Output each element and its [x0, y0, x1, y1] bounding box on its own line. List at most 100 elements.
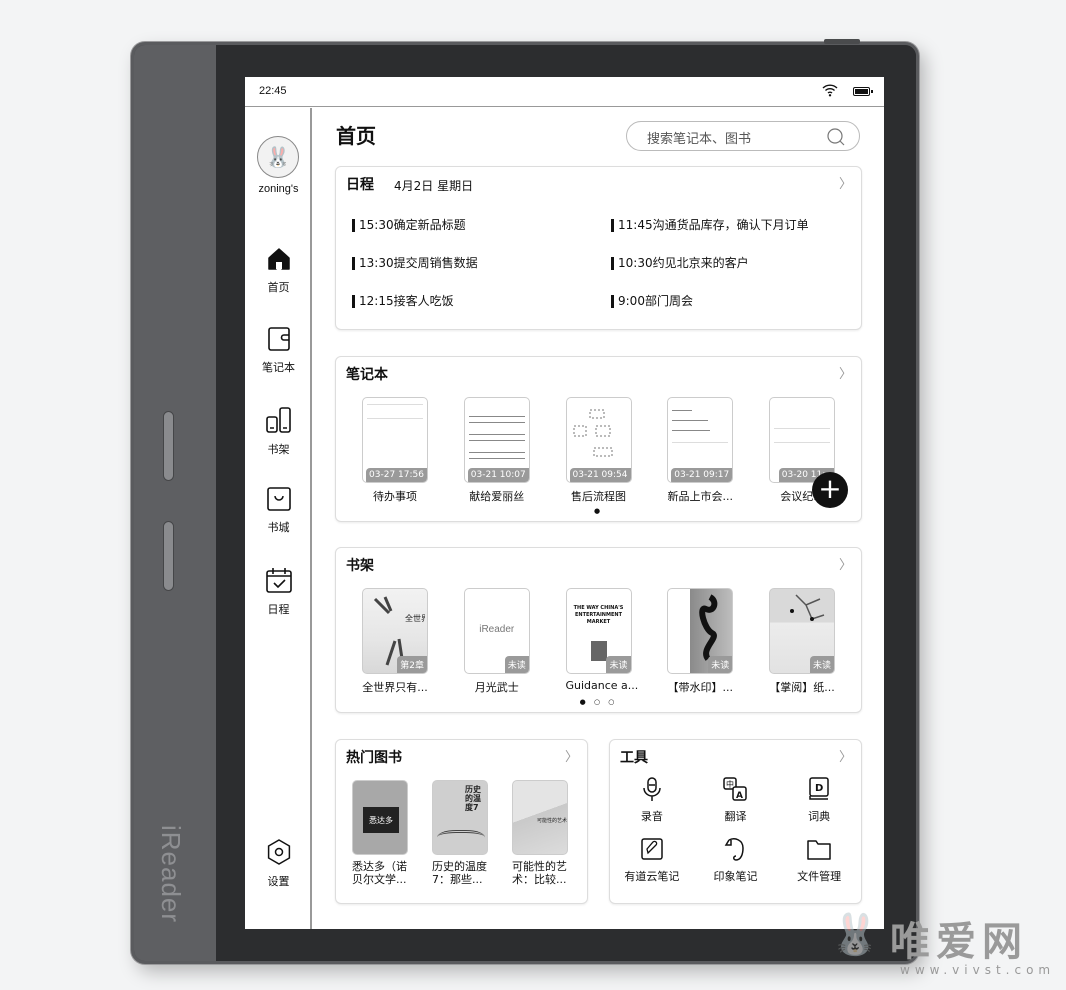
brand-logo: iReader [156, 825, 186, 924]
book-title: 悉达多（诺贝尔文学... [352, 860, 407, 886]
chevron-right-icon[interactable]: 〉 [839, 363, 852, 382]
schedule-item[interactable]: 13:30提交周销售数据 [352, 257, 478, 270]
tool-translate[interactable]: 中A 翻译 [694, 776, 778, 824]
notebook-icon [267, 327, 290, 351]
schedule-item[interactable]: 10:30约见北京来的客户 [611, 257, 749, 270]
hot-book-item[interactable]: 悉达多 悉达多（诺贝尔文学... [352, 780, 408, 886]
tool-file-manager[interactable]: 文件管理 [777, 836, 861, 884]
tool-grid: 录音 中A 翻译 D 词典 有道云笔记 印象笔记 文件管理 [610, 776, 861, 884]
page-down-button[interactable] [163, 521, 174, 591]
page-up-button[interactable] [163, 411, 174, 481]
battery-icon [853, 87, 873, 96]
book-item[interactable]: iReader 未读 月光武士 [463, 588, 530, 695]
sidebar-item-bookshelf[interactable]: 书架 [245, 406, 312, 457]
schedule-item[interactable]: 9:00部门周会 [611, 295, 693, 308]
evernote-icon [725, 838, 745, 861]
schedule-item[interactable]: 15:30确定新品标题 [352, 219, 466, 232]
chevron-right-icon[interactable]: 〉 [839, 173, 852, 192]
chevron-right-icon[interactable]: 〉 [839, 554, 852, 573]
bookshelf-title: 书架 [346, 558, 374, 574]
schedule-title: 日程 [346, 177, 374, 193]
avatar[interactable]: 🐰 [257, 136, 299, 178]
user-name: zoning's [258, 183, 299, 195]
tool-label: 有道云笔记 [624, 870, 680, 883]
page-indicator: ● [593, 507, 604, 515]
tool-label: 文件管理 [797, 870, 842, 883]
notebook-card: 笔记本 〉 03-27 17:56 待办事项 03-21 10:07 献给爱丽丝… [335, 356, 862, 522]
power-button[interactable] [824, 39, 860, 44]
screen: 22:45 🐰 zoning's 首页 笔记本 书架 书城 日程 设置 首页 搜… [245, 77, 884, 929]
book-item[interactable]: 全世界第2章 全世界只有... [362, 588, 428, 695]
schedule-card[interactable]: 日程 4月2日 星期日 〉 15:30确定新品标题 11:45沟通货品库存，确认… [335, 166, 862, 330]
sidebar-item-label: 书城 [267, 521, 290, 534]
calendar-icon [265, 568, 292, 593]
main-content: 首页 搜索笔记本、图书 日程 4月2日 星期日 〉 15:30确定新品标题 11… [312, 108, 884, 929]
notebook-item[interactable]: 03-21 09:17 新品上市会... [667, 397, 734, 504]
schedule-item[interactable]: 12:15接客人吃饭 [352, 295, 454, 308]
tool-youdao-note[interactable]: 有道云笔记 [610, 836, 694, 884]
tool-label: 印象笔记 [713, 870, 758, 883]
svg-text:全世界: 全世界 [405, 613, 425, 623]
sidebar-item-label: 设置 [267, 875, 290, 888]
book-title: 全世界只有... [362, 681, 428, 694]
sidebar-item-label: 书架 [267, 443, 290, 456]
tool-record[interactable]: 录音 [610, 776, 694, 824]
book-cover-text: 历史的温度7 [465, 785, 481, 812]
sidebar-item-settings[interactable]: 设置 [245, 838, 312, 889]
book-title: 【带水印】... [667, 681, 734, 694]
book-item[interactable]: 未读 【带水印】... [667, 588, 734, 695]
notebook-item[interactable]: 03-21 10:07 献给爱丽丝 [463, 397, 530, 504]
folder-icon [807, 840, 831, 860]
book-progress-badge: 未读 [504, 656, 529, 673]
hot-book-list: 悉达多 悉达多（诺贝尔文学... 历史的温度7 历史的温度7：那些... 可能性… [352, 780, 568, 886]
notebook-thumbnail: 03-20 11:.. [769, 397, 835, 483]
dictionary-icon: D [809, 777, 829, 800]
chevron-right-icon[interactable]: 〉 [565, 746, 578, 765]
sidebar-item-notebook[interactable]: 笔记本 [245, 326, 312, 375]
book-cover: THE WAY CHINA'S ENTERTAINMENT MARKET 未读 [565, 588, 632, 674]
tool-label: 录音 [640, 810, 663, 823]
search-icon [827, 128, 845, 146]
notebook-name: 新品上市会... [667, 490, 734, 503]
search-input[interactable]: 搜索笔记本、图书 [626, 121, 860, 151]
notebook-thumbnail: 03-27 17:56 [362, 397, 428, 483]
svg-text:中: 中 [726, 779, 734, 789]
notebook-item[interactable]: 03-21 09:54 售后流程图 [565, 397, 632, 504]
page-indicator: ● ○ ○ [579, 698, 618, 706]
notebook-thumbnail: 03-21 09:17 [667, 397, 734, 483]
page-title: 首页 [336, 124, 376, 148]
sidebar-item-bookstore[interactable]: 书城 [245, 486, 312, 535]
schedule-date: 4月2日 星期日 [394, 179, 474, 193]
sidebar-item-label: 日程 [267, 603, 290, 616]
hot-book-item[interactable]: 可能性的艺术 可能性的艺术：比较... [512, 780, 568, 886]
book-cover: iReader 未读 [463, 588, 530, 674]
notebook-name: 献给爱丽丝 [469, 490, 525, 503]
book-title: 【掌阅】纸... [769, 681, 835, 694]
book-progress-badge: 未读 [606, 656, 631, 673]
add-notebook-button[interactable]: + [812, 472, 848, 508]
watermark-url: www.vivst.com [900, 963, 1056, 977]
book-item[interactable]: THE WAY CHINA'S ENTERTAINMENT MARKET 未读 G… [565, 588, 639, 695]
sidebar-item-schedule[interactable]: 日程 [245, 566, 312, 617]
schedule-item[interactable]: 11:45沟通货品库存，确认下月订单 [611, 219, 809, 232]
notebook-item[interactable]: 03-27 17:56 待办事项 [362, 397, 428, 504]
translate-icon: 中A [723, 777, 748, 801]
tool-evernote[interactable]: 印象笔记 [694, 836, 778, 884]
book-title: Guidance a... [565, 679, 639, 692]
book-title: 可能性的艺术：比较... [512, 860, 567, 886]
book-item[interactable]: 未读 【掌阅】纸... [769, 588, 835, 695]
sidebar-item-home[interactable]: 首页 [245, 246, 312, 295]
bookstore-icon [266, 487, 291, 511]
book-cover: 未读 [769, 588, 835, 674]
tool-dictionary[interactable]: D 词典 [777, 776, 861, 824]
notebook-timestamp: 03-21 09:17 [671, 468, 733, 482]
book-cover-text: iReader [479, 624, 515, 635]
hot-book-item[interactable]: 历史的温度7 历史的温度7：那些... [432, 780, 488, 886]
book-title: 月光武士 [474, 681, 519, 694]
tools-title: 工具 [620, 750, 648, 766]
sidebar-item-label: 笔记本 [262, 361, 295, 374]
notebook-name: 售后流程图 [571, 490, 626, 503]
settings-icon [267, 839, 290, 865]
chevron-right-icon[interactable]: 〉 [839, 746, 852, 765]
book-progress-badge: 未读 [708, 656, 733, 673]
